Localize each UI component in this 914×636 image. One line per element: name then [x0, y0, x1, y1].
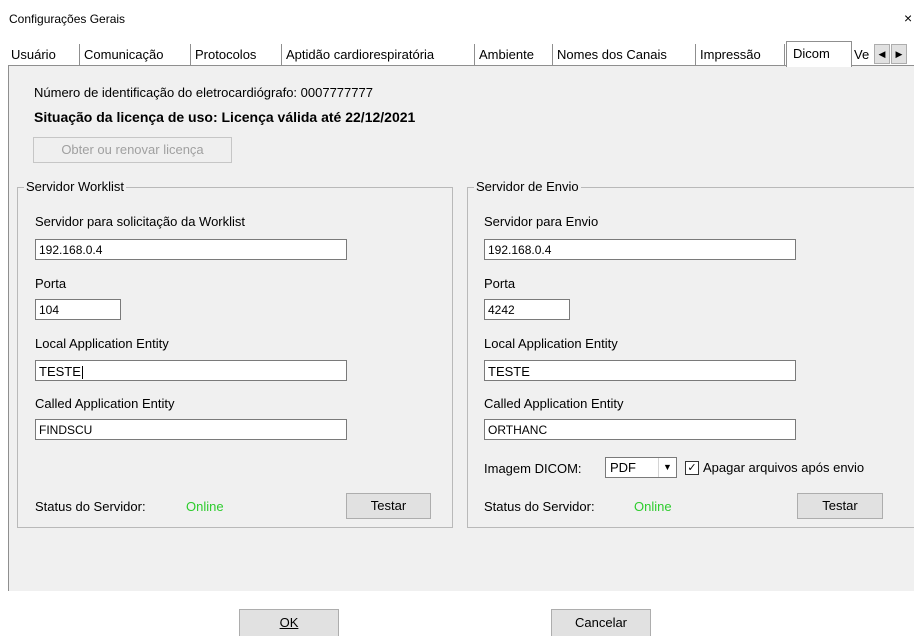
tab-ve[interactable]: Ve: [851, 44, 876, 65]
tab-usuario[interactable]: Usuário: [8, 44, 80, 65]
worklist-called-ae-label: Called Application Entity: [35, 396, 175, 411]
worklist-status-badge: Online: [186, 499, 224, 514]
worklist-legend: Servidor Worklist: [24, 179, 127, 194]
send-server-input[interactable]: 192.168.0.4: [484, 239, 796, 260]
worklist-status-label: Status do Servidor:: [35, 499, 146, 514]
dicom-image-value: PDF: [610, 460, 636, 475]
close-icon[interactable]: ×: [904, 10, 912, 26]
send-local-ae-input[interactable]: TESTE: [484, 360, 796, 381]
device-id-text: Número de identificação do eletrocardióg…: [34, 85, 373, 100]
tab-dicom[interactable]: Dicom: [786, 41, 852, 67]
worklist-group: Servidor Worklist Servidor para solicita…: [17, 179, 453, 528]
tab-impressao[interactable]: Impressão: [697, 44, 785, 65]
dicom-image-label: Imagem DICOM:: [484, 461, 582, 476]
dialog-footer: OK Cancelar: [0, 591, 914, 636]
title-bar: Configurações Gerais ×: [0, 0, 914, 34]
send-called-ae-label: Called Application Entity: [484, 396, 624, 411]
delete-after-send-label: Apagar arquivos após envio: [703, 460, 865, 475]
worklist-test-button[interactable]: Testar: [346, 493, 431, 519]
tab-strip: Usuário Comunicação Protocolos Aptidão c…: [8, 40, 914, 67]
ok-button-label: OK: [279, 615, 299, 630]
text-cursor: [81, 366, 83, 380]
license-status-text: Situação da licença de uso: Licença váli…: [34, 109, 416, 125]
worklist-local-ae-input[interactable]: TESTE: [35, 360, 347, 381]
window-title: Configurações Gerais: [9, 12, 126, 26]
send-port-label: Porta: [484, 276, 516, 291]
tab-aptidao[interactable]: Aptidão cardiorespiratória: [283, 44, 475, 65]
worklist-port-label: Porta: [35, 276, 67, 291]
ok-button[interactable]: OK: [239, 609, 339, 636]
tab-protocolos[interactable]: Protocolos: [192, 44, 282, 65]
send-status-badge: Online: [634, 499, 672, 514]
cancel-button[interactable]: Cancelar: [551, 609, 651, 636]
send-port-input[interactable]: 4242: [484, 299, 570, 320]
delete-after-send-checkbox[interactable]: ✓: [685, 461, 699, 475]
send-called-ae-input[interactable]: ORTHANC: [484, 419, 796, 440]
tab-nomes-canais[interactable]: Nomes dos Canais: [554, 44, 696, 65]
renew-license-button[interactable]: Obter ou renovar licença: [33, 137, 232, 163]
worklist-server-label: Servidor para solicitação da Worklist: [35, 214, 246, 229]
send-test-button[interactable]: Testar: [797, 493, 883, 519]
cancel-button-label: Cancelar: [574, 615, 628, 630]
worklist-local-ae-label: Local Application Entity: [35, 336, 169, 351]
dicom-image-select[interactable]: PDF ▼: [605, 457, 677, 478]
send-status-label: Status do Servidor:: [484, 499, 595, 514]
worklist-server-input[interactable]: 192.168.0.4: [35, 239, 347, 260]
tab-comunicacao[interactable]: Comunicação: [81, 44, 191, 65]
worklist-called-ae-input[interactable]: FINDSCU: [35, 419, 347, 440]
tab-ambiente[interactable]: Ambiente: [476, 44, 553, 65]
send-local-ae-label: Local Application Entity: [484, 336, 618, 351]
send-server-label: Servidor para Envio: [484, 214, 599, 229]
tab-scroll-left-icon[interactable]: ◀: [874, 44, 890, 64]
worklist-local-ae-value: TESTE: [39, 364, 81, 379]
chevron-down-icon[interactable]: ▼: [658, 458, 676, 477]
tab-scroll-right-icon[interactable]: ▶: [891, 44, 907, 64]
send-group: Servidor de Envio Servidor para Envio 19…: [467, 179, 914, 528]
worklist-port-input[interactable]: 104: [35, 299, 121, 320]
send-legend: Servidor de Envio: [474, 179, 581, 194]
dicom-panel: Número de identificação do eletrocardióg…: [8, 65, 914, 592]
